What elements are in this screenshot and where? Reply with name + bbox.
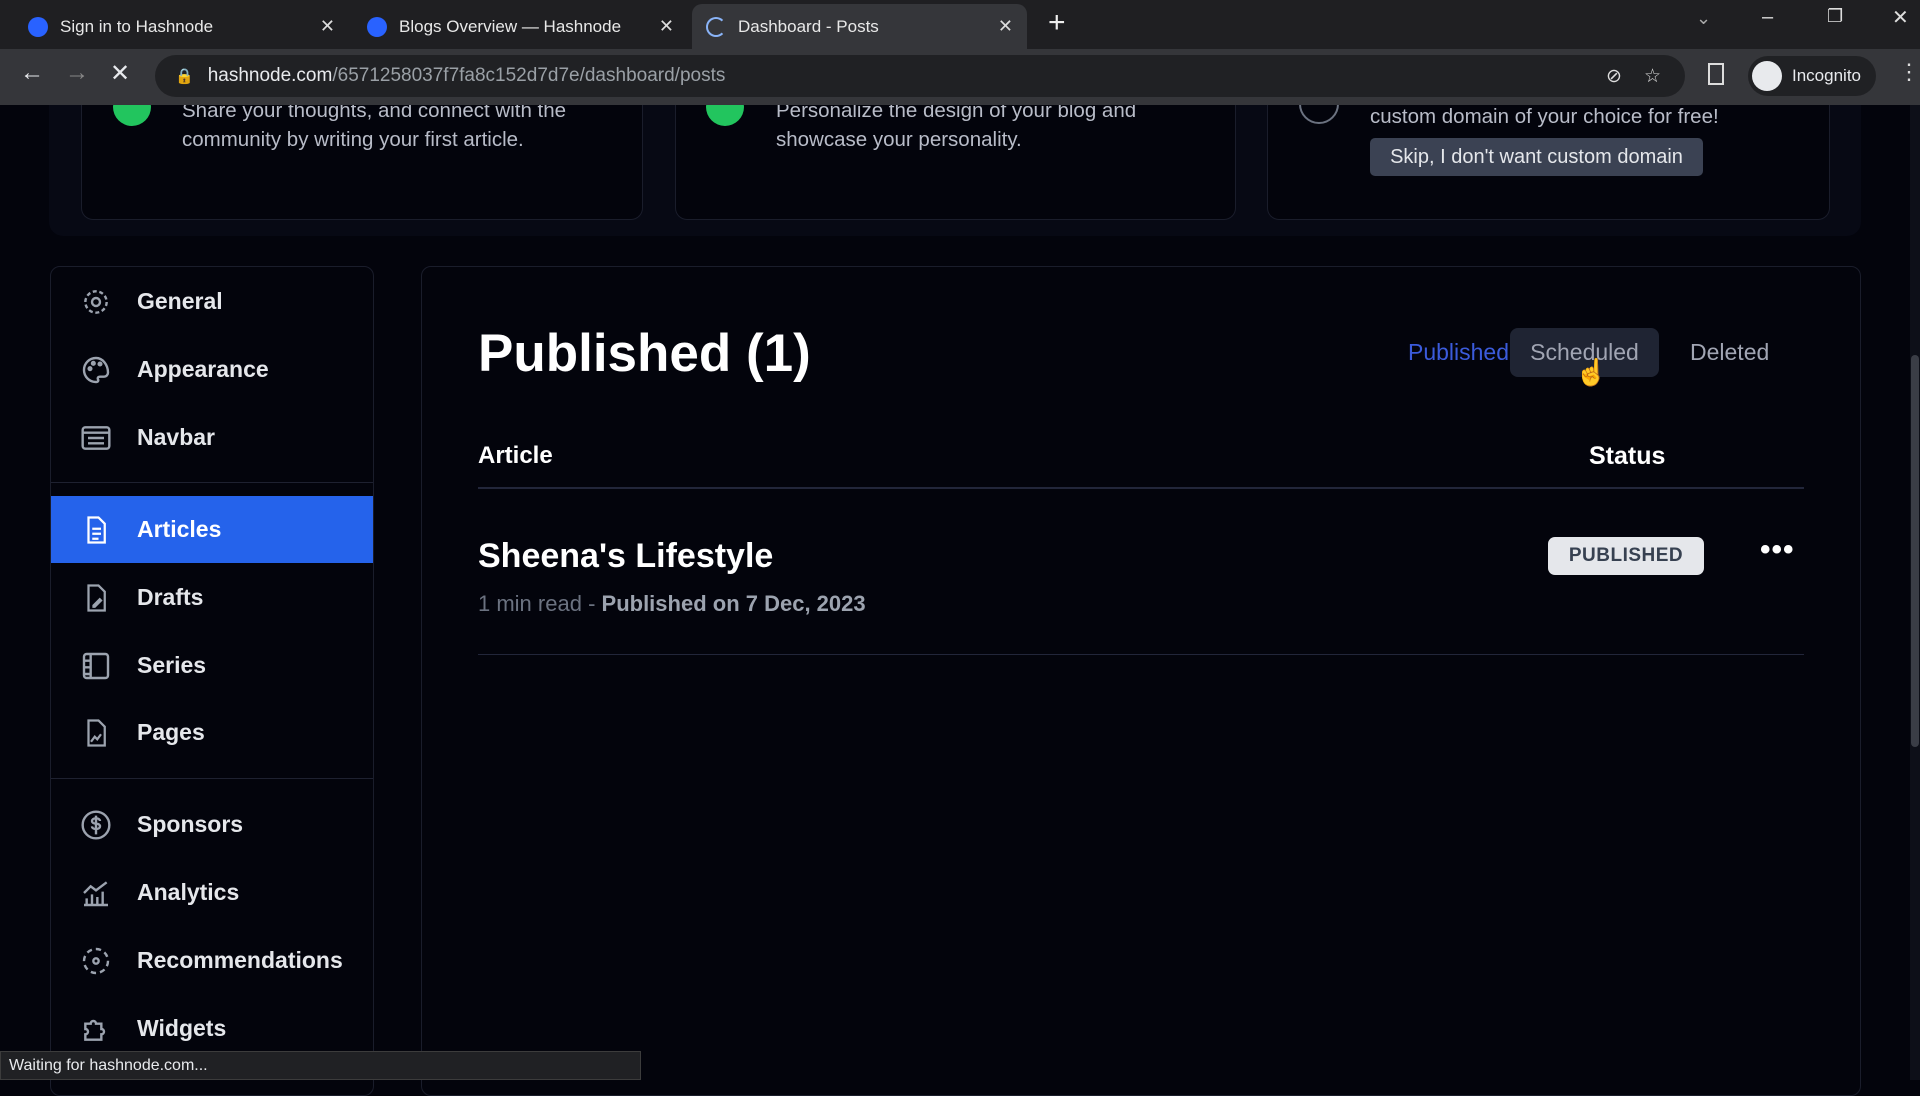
tab-published[interactable]: Published [1392,328,1525,377]
profile-label: Incognito [1792,66,1861,85]
header-divider [478,487,1804,489]
address-bar-row: ← → ✕ 🔒 hashnode.com/6571258037f7fa8c152… [0,49,1920,105]
tab-search-icon[interactable]: ⌄ [1696,8,1711,29]
recommendations-icon [79,944,113,978]
draft-icon [79,581,113,615]
posts-panel: Published (1) Published Scheduled Delete… [421,266,1861,1096]
incognito-profile-button[interactable]: Incognito [1748,56,1876,96]
dollar-icon [79,808,113,842]
sidebar-item-label: Articles [137,516,222,542]
skip-custom-domain-button[interactable]: Skip, I don't want custom domain [1370,138,1703,176]
read-time: 1 min read [478,591,582,616]
meta-separator: - [581,591,602,616]
browser-tab[interactable]: Sign in to Hashnode ✕ [14,4,349,49]
hand-cursor-icon: ☝ [1575,357,1608,387]
status-badge: PUBLISHED [1548,537,1704,575]
sidebar-item-articles[interactable]: Articles [51,496,373,563]
incognito-icon [1752,61,1782,91]
forward-button[interactable]: → [65,59,89,87]
browser-menu-icon[interactable]: ⋮ [1898,59,1920,85]
url-domain: hashnode.com [207,65,333,86]
tab-title: Dashboard - Posts [738,16,879,36]
side-panel-icon[interactable] [1708,63,1724,85]
published-date: Published on 7 Dec, 2023 [601,591,866,616]
sidebar-item-label: Appearance [137,356,269,382]
url-path: /6571258037f7fa8c152d7d7e/dashboard/post… [332,65,726,86]
sidebar-item-label: Widgets [137,1015,227,1041]
tab-title: Blogs Overview — Hashnode [399,16,622,36]
sidebar-divider [51,482,373,483]
sidebar-item-appearance[interactable]: Appearance [51,336,373,403]
pages-icon [79,716,113,750]
url-input[interactable]: 🔒 hashnode.com/6571258037f7fa8c152d7d7e/… [155,55,1685,97]
puzzle-icon [79,1012,113,1046]
star-icon[interactable]: ☆ [1644,65,1661,88]
column-header-article: Article [478,442,553,469]
sidebar-item-drafts[interactable]: Drafts [51,564,373,631]
sidebar-item-label: Recommendations [137,947,343,973]
tab-deleted[interactable]: Deleted [1674,328,1785,377]
page-title: Published (1) [478,324,811,383]
sidebar-item-label: Series [137,652,207,678]
minimize-button[interactable]: – [1762,6,1773,29]
article-title-link[interactable]: Sheena's Lifestyle [478,537,773,576]
browser-tab-bar: Sign in to Hashnode ✕ Blogs Overview — Ha… [0,0,1920,49]
close-window-button[interactable]: ✕ [1892,5,1909,30]
sidebar-item-label: Pages [137,719,205,745]
scrollbar-thumb[interactable] [1911,355,1919,747]
palette-icon [79,353,113,387]
browser-tab-active[interactable]: Dashboard - Posts ✕ [692,4,1027,49]
gear-icon [79,285,113,319]
loading-spinner-icon [706,16,726,37]
stop-loading-button[interactable]: ✕ [110,59,130,88]
sidebar-item-label: Sponsors [137,811,244,837]
sidebar-item-label: Drafts [137,584,204,610]
browser-tab[interactable]: Blogs Overview — Hashnode ✕ [353,4,688,49]
close-tab-icon[interactable]: ✕ [659,16,674,37]
hashnode-favicon-icon [367,16,387,37]
close-tab-icon[interactable]: ✕ [998,16,1013,37]
sidebar-item-label: General [137,288,223,314]
sidebar-item-navbar[interactable]: Navbar [51,404,373,471]
sidebar-item-sponsors[interactable]: Sponsors [51,791,373,858]
sidebar-item-series[interactable]: Series [51,632,373,699]
sidebar-item-label: Navbar [137,424,215,450]
back-button[interactable]: ← [20,59,44,87]
column-header-status: Status [1589,442,1666,470]
sidebar: General Appearance Navbar Articles Draft… [50,266,374,1096]
document-icon [79,513,113,547]
card-text: custom domain of your choice for free! [1370,105,1719,128]
sidebar-item-recommendations[interactable]: Recommendations [51,927,373,994]
sidebar-divider [51,778,373,779]
tab-title: Sign in to Hashnode [60,16,214,36]
article-meta: 1 min read - Published on 7 Dec, 2023 [478,591,866,617]
sidebar-item-pages[interactable]: Pages [51,699,373,766]
row-divider [478,654,1804,655]
sidebar-item-analytics[interactable]: Analytics [51,859,373,926]
new-tab-button[interactable]: + [1048,6,1066,40]
lock-icon: 🔒 [175,68,194,85]
hashnode-favicon-icon [28,16,48,37]
chart-icon [79,876,113,910]
browser-status-bar: Waiting for hashnode.com... [0,1051,641,1080]
close-tab-icon[interactable]: ✕ [320,16,335,37]
sidebar-item-label: Analytics [137,879,240,905]
sidebar-item-general[interactable]: General [51,268,373,335]
eye-off-icon[interactable]: ⊘ [1606,65,1622,88]
more-options-icon[interactable]: ••• [1760,533,1795,567]
series-icon [79,649,113,683]
navbar-icon [79,421,113,455]
restore-button[interactable]: ❐ [1827,6,1843,27]
